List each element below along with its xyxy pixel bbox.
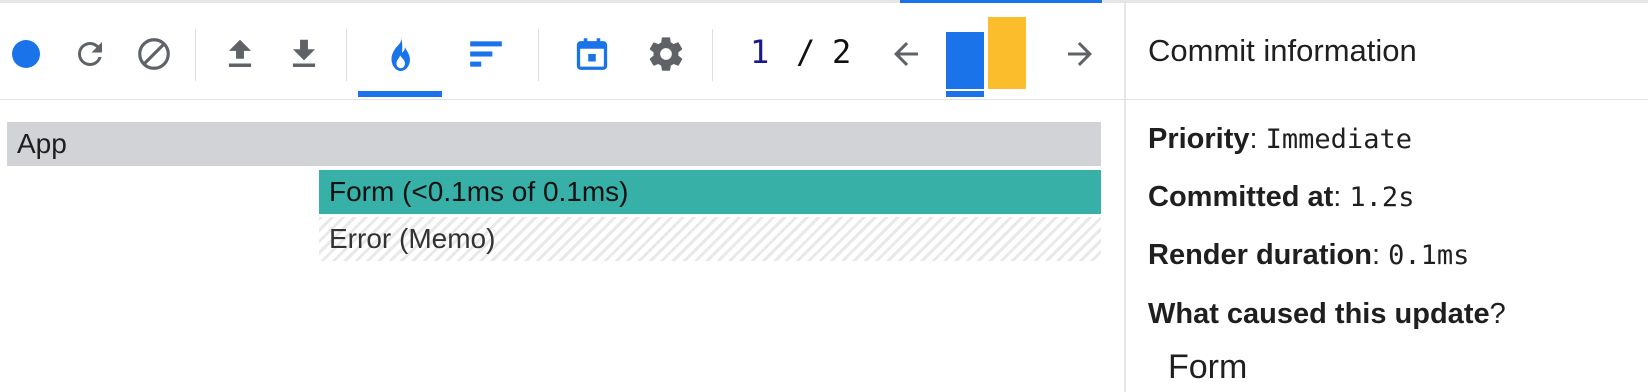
flame-node-label: Error (Memo): [329, 223, 496, 254]
update-cause-heading: What caused this update?: [1148, 298, 1506, 330]
render-duration-label: Render duration: [1148, 239, 1372, 271]
tab-ranked[interactable]: [462, 23, 510, 85]
profiler-toolbar: 1 / 2: [0, 3, 1124, 100]
flame-node-label: Form (<0.1ms of 0.1ms): [329, 176, 629, 207]
clear-icon: [138, 38, 170, 70]
reload-and-profile-button[interactable]: [66, 23, 114, 85]
commit-bar-selected[interactable]: [946, 32, 984, 89]
flame-node-form[interactable]: Form (<0.1ms of 0.1ms): [319, 170, 1101, 214]
settings-button[interactable]: [642, 23, 690, 85]
render-duration-info: Render duration: 0.1ms: [1148, 239, 1470, 271]
prev-arrow-icon: [894, 42, 918, 66]
commit-separator: /: [796, 33, 816, 71]
toolbar-separator: [712, 29, 713, 81]
commit-info-panel: Commit information Priority: Immediate C…: [1126, 3, 1648, 392]
record-icon: [12, 40, 40, 68]
commit-bar[interactable]: [988, 17, 1026, 89]
ranked-chart-icon: [470, 41, 502, 67]
save-profile-button[interactable]: [280, 23, 328, 85]
next-commit-button[interactable]: [1056, 23, 1104, 85]
tab-timeline[interactable]: [568, 23, 616, 85]
commit-index: 1: [750, 33, 770, 71]
previous-commit-button[interactable]: [882, 23, 930, 85]
update-cause-item[interactable]: Form: [1168, 348, 1247, 387]
render-duration-value: 0.1ms: [1388, 240, 1470, 271]
commit-selector[interactable]: [946, 17, 1026, 101]
reload-icon: [77, 41, 102, 66]
panel-title: Commit information: [1148, 33, 1417, 68]
flame-node-error[interactable]: Error (Memo): [319, 217, 1101, 261]
settings-icon: [649, 37, 683, 71]
committed-at-value: 1.2s: [1349, 182, 1415, 213]
update-cause-label: What caused this update: [1148, 298, 1490, 330]
timeline-icon: [576, 38, 608, 70]
priority-info: Priority: Immediate: [1148, 123, 1412, 155]
toolbar-separator: [195, 29, 196, 81]
priority-value: Immediate: [1265, 124, 1412, 155]
flame-node-app[interactable]: App: [7, 122, 1101, 166]
flamegraph-chart: App Form (<0.1ms of 0.1ms) Error (Memo): [0, 100, 1124, 392]
toolbar-separator: [538, 29, 539, 81]
flame-chart-icon: [391, 37, 410, 71]
commit-total: 2: [832, 33, 852, 71]
load-profile-button[interactable]: [216, 23, 264, 85]
toolbar-separator: [346, 29, 347, 81]
upload-icon: [228, 39, 252, 67]
clear-button[interactable]: [130, 23, 178, 85]
committed-at-label: Committed at: [1148, 181, 1334, 213]
selected-commit-indicator: [946, 91, 984, 97]
panel-header: Commit information: [1126, 3, 1648, 100]
next-arrow-icon: [1068, 42, 1092, 66]
flame-node-label: App: [17, 128, 67, 159]
priority-label: Priority: [1148, 123, 1250, 155]
profiler-main: 1 / 2 App Form (<0.1ms of 0.1ms) Error (…: [0, 0, 1124, 392]
tab-flamegraph[interactable]: [376, 23, 424, 85]
download-icon: [292, 39, 316, 67]
record-button[interactable]: [2, 23, 50, 85]
active-tab-indicator: [358, 91, 442, 97]
committed-at-info: Committed at: 1.2s: [1148, 181, 1415, 213]
